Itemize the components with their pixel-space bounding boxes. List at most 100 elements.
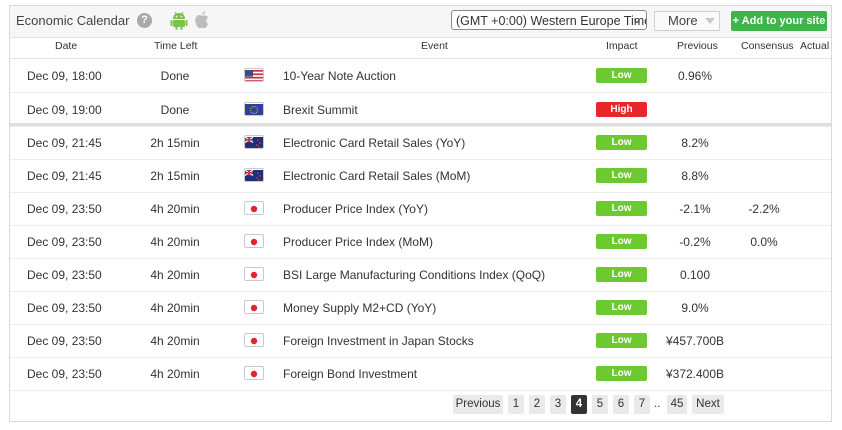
eu-flag-icon xyxy=(244,102,264,116)
event-date: Dec 09, 18:00 xyxy=(27,69,102,83)
event-date: Dec 09, 21:45 xyxy=(27,136,102,150)
column-header-time-left[interactable]: Time Left xyxy=(154,40,197,52)
time-left: 2h 15min xyxy=(150,136,200,150)
caret-down-icon xyxy=(705,18,715,24)
previous-value: 8.2% xyxy=(681,136,709,150)
event-name[interactable]: Electronic Card Retail Sales (YoY) xyxy=(283,136,465,150)
next-page-button[interactable]: Next xyxy=(692,395,724,414)
page-button-7[interactable]: 7 xyxy=(634,395,650,414)
jp-flag-icon xyxy=(244,333,264,347)
jp-flag-icon xyxy=(244,366,264,380)
nz-flag-icon xyxy=(244,135,264,149)
previous-value: 0.100 xyxy=(679,268,711,282)
event-name[interactable]: Brexit Summit xyxy=(283,103,358,117)
table-row[interactable]: Dec 09, 21:45 2h 15min Electronic Card Ret… xyxy=(10,126,831,160)
page-button-5[interactable]: 5 xyxy=(592,395,608,414)
time-left: Done xyxy=(160,69,190,83)
impact-badge: Low xyxy=(596,68,647,83)
page-button-45[interactable]: 45 xyxy=(667,395,687,414)
page-button-2[interactable]: 2 xyxy=(529,395,545,414)
time-left: Done xyxy=(160,103,190,117)
event-date: Dec 09, 21:45 xyxy=(27,169,102,183)
time-left: 4h 20min xyxy=(150,202,200,216)
previous-value: -2.1% xyxy=(679,202,711,216)
time-left: 4h 20min xyxy=(150,334,200,348)
time-left: 4h 20min xyxy=(150,268,200,282)
android-icon[interactable] xyxy=(170,11,188,36)
help-icon[interactable]: ? xyxy=(137,13,152,28)
event-name[interactable]: 10-Year Note Auction xyxy=(283,69,396,83)
jp-flag-icon xyxy=(244,300,264,314)
impact-badge: Low xyxy=(596,201,647,216)
time-left: 2h 15min xyxy=(150,169,200,183)
impact-badge: Low xyxy=(596,300,647,315)
table-row[interactable]: Dec 09, 21:45 2h 15min Electronic Card Ret… xyxy=(10,159,831,193)
event-date: Dec 09, 23:50 xyxy=(27,268,102,282)
previous-page-button[interactable]: Previous xyxy=(453,395,503,414)
column-header-consensus[interactable]: Consensus xyxy=(741,40,794,52)
page-button-1[interactable]: 1 xyxy=(508,395,524,414)
table-row[interactable]: Dec 09, 18:00 Done 10-Year Note Auction Low… xyxy=(10,59,831,93)
event-date: Dec 09, 23:50 xyxy=(27,367,102,381)
consensus-value: -2.2% xyxy=(748,202,780,216)
table-row[interactable]: Dec 09, 23:50 4h 20min Money Supply M2+CD … xyxy=(10,291,831,325)
previous-value: 0.96% xyxy=(677,69,713,83)
event-date: Dec 09, 23:50 xyxy=(27,301,102,315)
table-row[interactable]: Dec 09, 23:50 4h 20min BSI Large Manufactu… xyxy=(10,258,831,292)
pagination-ellipsis: .. xyxy=(654,398,661,410)
table-row[interactable]: Dec 09, 19:00 Done Brexit Summit High xyxy=(10,93,831,127)
event-name[interactable]: BSI Large Manufacturing Conditions Index… xyxy=(283,268,545,282)
event-date: Dec 09, 23:50 xyxy=(27,235,102,249)
page-button-3[interactable]: 3 xyxy=(550,395,566,414)
impact-badge: Low xyxy=(596,267,647,282)
event-date: Dec 09, 23:50 xyxy=(27,202,102,216)
apple-icon[interactable] xyxy=(194,10,210,35)
jp-flag-icon xyxy=(244,234,264,248)
timezone-select[interactable]: (GMT +0:00) Western Europe Time ⌄ xyxy=(451,10,647,30)
economic-calendar-widget: Economic Calendar ? (GMT +0:00) Western … xyxy=(9,5,832,422)
previous-value: ¥372.400B xyxy=(665,367,725,381)
impact-badge: Low xyxy=(596,234,647,249)
event-date: Dec 09, 23:50 xyxy=(27,334,102,348)
event-name[interactable]: Electronic Card Retail Sales (MoM) xyxy=(283,169,470,183)
page-button-4[interactable]: 4 xyxy=(571,395,587,414)
event-name[interactable]: Foreign Investment in Japan Stocks xyxy=(283,334,474,348)
previous-value: 9.0% xyxy=(681,301,709,315)
column-header-previous[interactable]: Previous xyxy=(677,40,718,52)
previous-value: ¥457.700B xyxy=(665,334,725,348)
jp-flag-icon xyxy=(244,267,264,281)
column-header-event[interactable]: Event xyxy=(421,40,448,52)
impact-badge: Low xyxy=(596,366,647,381)
impact-badge: Low xyxy=(596,135,647,150)
event-date: Dec 09, 19:00 xyxy=(27,103,102,117)
event-name[interactable]: Producer Price Index (YoY) xyxy=(283,202,428,216)
add-to-site-button[interactable]: + Add to your site xyxy=(731,11,827,31)
event-name[interactable]: Producer Price Index (MoM) xyxy=(283,235,433,249)
impact-badge: High xyxy=(596,102,647,117)
time-left: 4h 20min xyxy=(150,235,200,249)
more-dropdown[interactable]: More xyxy=(654,11,720,31)
chevron-down-icon: ⌄ xyxy=(632,14,642,26)
time-left: 4h 20min xyxy=(150,367,200,381)
more-label: More xyxy=(668,13,698,28)
impact-badge: Low xyxy=(596,168,647,183)
widget-toolbar: Economic Calendar ? (GMT +0:00) Western … xyxy=(10,6,831,38)
table-row[interactable]: Dec 09, 23:50 4h 20min Producer Price Inde… xyxy=(10,192,831,226)
previous-value: 8.8% xyxy=(681,169,709,183)
event-name[interactable]: Money Supply M2+CD (YoY) xyxy=(283,301,436,315)
consensus-value: 0.0% xyxy=(750,235,778,249)
column-header-impact[interactable]: Impact xyxy=(606,40,638,52)
table-row[interactable]: Dec 09, 23:50 4h 20min Producer Price Inde… xyxy=(10,225,831,259)
jp-flag-icon xyxy=(244,201,264,215)
table-row[interactable]: Dec 09, 23:50 4h 20min Foreign Bond Invest… xyxy=(10,357,831,391)
event-name[interactable]: Foreign Bond Investment xyxy=(283,367,417,381)
timezone-value: (GMT +0:00) Western Europe Time xyxy=(456,14,647,28)
column-header-date[interactable]: Date xyxy=(55,40,77,52)
column-header-actual[interactable]: Actual xyxy=(800,40,829,52)
table-row[interactable]: Dec 09, 23:50 4h 20min Foreign Investment … xyxy=(10,324,831,358)
widget-title: Economic Calendar xyxy=(16,13,130,28)
past-future-separator xyxy=(10,123,831,126)
page-button-6[interactable]: 6 xyxy=(613,395,629,414)
time-left: 4h 20min xyxy=(150,301,200,315)
us-flag-icon xyxy=(244,68,264,82)
